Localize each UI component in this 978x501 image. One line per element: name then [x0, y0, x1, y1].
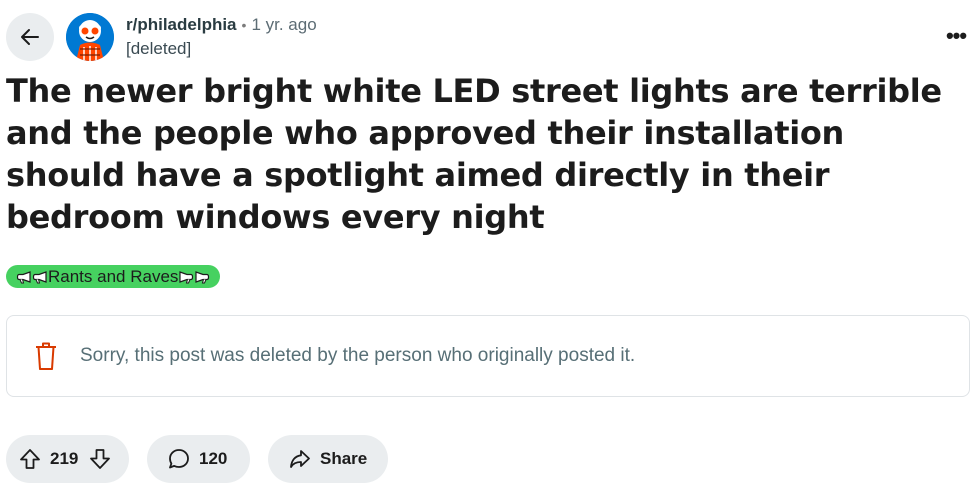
back-button[interactable]	[6, 13, 54, 61]
overflow-menu-icon[interactable]: •••	[944, 22, 968, 50]
share-arrow-icon	[288, 447, 312, 471]
megaphone-icon	[194, 270, 210, 284]
megaphone-icon	[16, 270, 32, 284]
subreddit-link[interactable]: r/philadelphia	[126, 14, 237, 36]
post-title: The newer bright white LED street lights…	[6, 72, 942, 236]
meta-separator: •	[241, 17, 247, 33]
comments-button[interactable]: 120	[147, 435, 250, 483]
post-meta: r/philadelphia • 1 yr. ago [deleted]	[126, 14, 317, 60]
trash-icon	[34, 341, 58, 371]
megaphone-icon	[178, 270, 194, 284]
comment-count: 120	[199, 449, 228, 468]
share-label: Share	[320, 449, 368, 468]
subreddit-avatar-icon[interactable]	[66, 13, 114, 61]
upvote-arrow-icon[interactable]	[18, 447, 42, 471]
vote-control: 219	[6, 435, 129, 483]
post-author: [deleted]	[126, 39, 192, 58]
comment-bubble-icon	[167, 447, 191, 471]
vote-count: 219	[50, 449, 79, 468]
megaphone-icon	[32, 270, 48, 284]
deleted-notice-text: Sorry, this post was deleted by the pers…	[80, 345, 636, 366]
deleted-notice-card: Sorry, this post was deleted by the pers…	[6, 315, 970, 397]
post-age: 1 yr. ago	[251, 15, 317, 34]
share-button[interactable]: Share	[268, 435, 388, 483]
downvote-arrow-icon[interactable]	[88, 447, 112, 471]
back-arrow-icon	[21, 29, 39, 45]
post-actions: 219 120 Share	[6, 435, 388, 483]
post-flair[interactable]: Rants and Raves	[6, 265, 221, 288]
flair-label: Rants and Raves	[48, 266, 179, 286]
